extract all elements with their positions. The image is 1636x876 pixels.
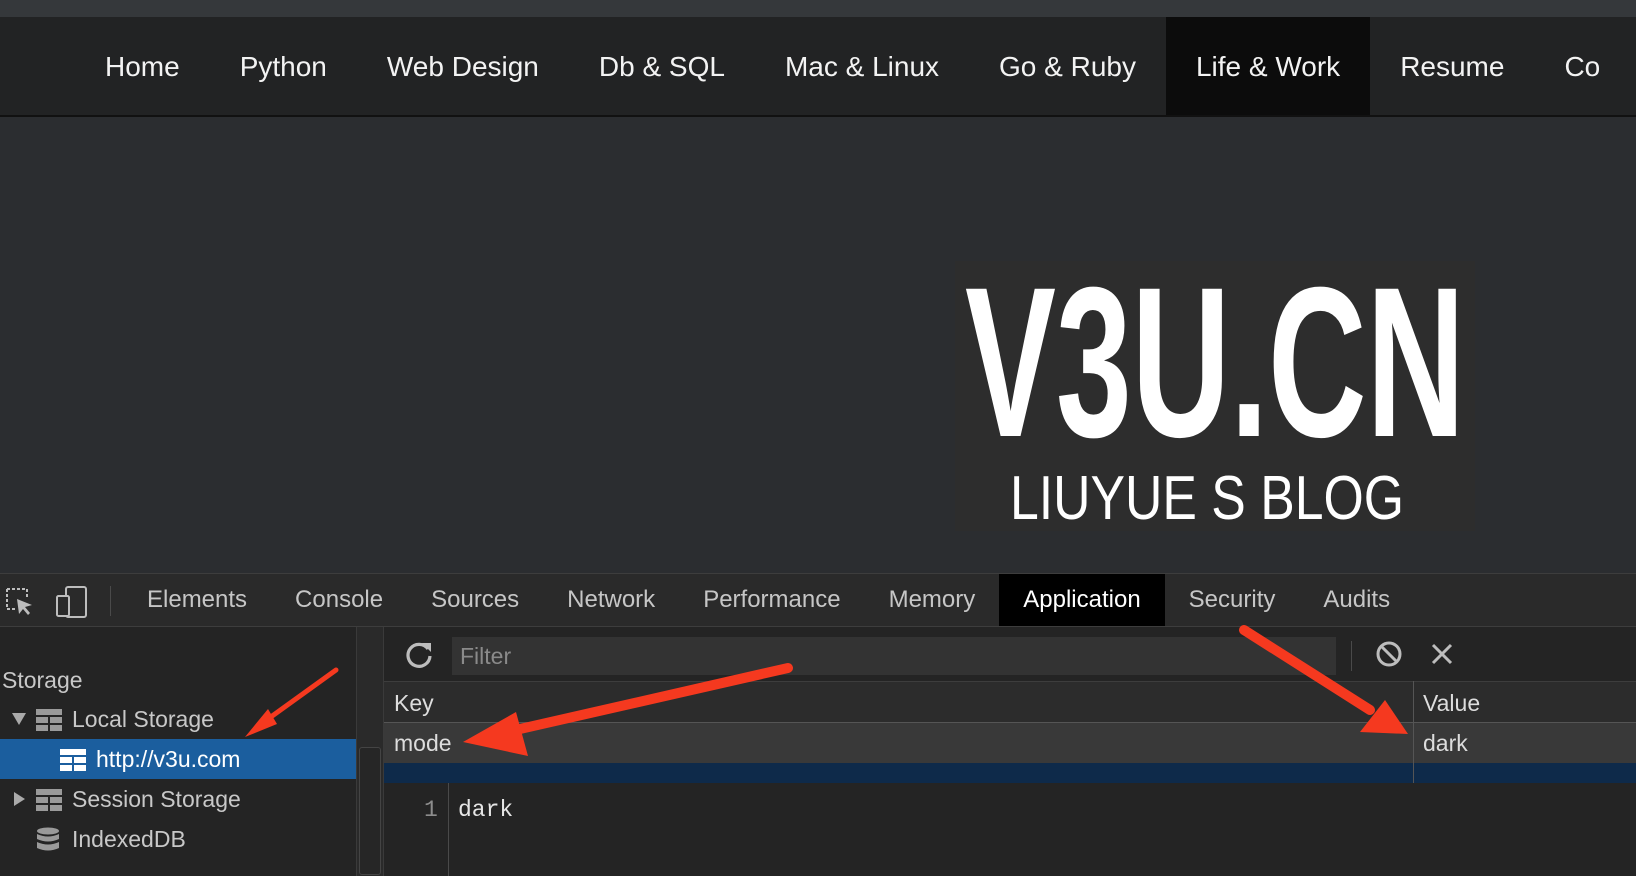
sidebar-item-label: Local Storage [72, 706, 214, 732]
sidebar-item-v3u-origin[interactable]: http://v3u.com [0, 739, 356, 779]
nav-item-home[interactable]: Home [75, 17, 210, 115]
nav-item-python[interactable]: Python [210, 17, 357, 115]
sidebar-item-local-storage[interactable]: Local Storage [0, 699, 356, 739]
devtools-tabbar: Elements Console Sources Network Perform… [0, 573, 1636, 627]
table-header: Key Value [384, 681, 1636, 723]
application-sidebar: Storage Local Storage http://v3u.com Ses… [0, 627, 356, 876]
site-navbar: Home Python Web Design Db & SQL Mac & Li… [0, 17, 1636, 117]
database-icon [37, 827, 59, 851]
toolbar-separator [1351, 641, 1352, 671]
filter-input[interactable] [452, 637, 1336, 675]
gutter-divider [448, 783, 449, 876]
tab-elements[interactable]: Elements [123, 574, 271, 626]
sidebar-item-label: IndexedDB [72, 826, 186, 852]
tab-application[interactable]: Application [999, 574, 1165, 626]
nav-item-resume[interactable]: Resume [1370, 17, 1534, 115]
table-row[interactable]: mode dark [384, 723, 1636, 763]
tab-memory[interactable]: Memory [865, 574, 1000, 626]
storage-section-title: Storage [2, 667, 83, 693]
column-header-value[interactable]: Value [1423, 690, 1480, 717]
delete-selected-icon[interactable] [1428, 640, 1456, 673]
nav-item-web-design[interactable]: Web Design [357, 17, 569, 115]
table-icon [36, 709, 62, 731]
line-number: 1 [424, 797, 438, 823]
nav-item-mac-linux[interactable]: Mac & Linux [755, 17, 969, 115]
storage-toolbar [384, 627, 1636, 681]
sidebar-item-session-storage[interactable]: Session Storage [0, 779, 356, 819]
column-divider[interactable] [1413, 681, 1414, 784]
site-logo: V3U.CN LIUYUE S BLOG [955, 261, 1475, 531]
tab-audits[interactable]: Audits [1299, 574, 1414, 626]
expand-triangle-right-icon[interactable] [14, 792, 25, 806]
clear-all-icon[interactable] [1374, 639, 1404, 674]
sidebar-item-label: http://v3u.com [96, 746, 241, 772]
nav-list: Home Python Web Design Db & SQL Mac & Li… [75, 17, 1630, 115]
cell-value[interactable]: dark [1423, 730, 1468, 757]
preview-text: dark [458, 797, 514, 823]
logo-title: V3U.CN [965, 261, 1465, 482]
hero-banner: V3U.CN LIUYUE S BLOG [0, 117, 1636, 573]
nav-item-contact[interactable]: Co [1534, 17, 1630, 115]
tab-sources[interactable]: Sources [407, 574, 543, 626]
expand-triangle-down-icon[interactable] [12, 713, 26, 725]
refresh-icon[interactable] [404, 639, 434, 674]
table-icon [36, 789, 62, 811]
storage-view: Key Value mode dark 1 dark [384, 627, 1636, 876]
value-preview: 1 dark [384, 783, 1636, 876]
cell-key[interactable]: mode [394, 730, 452, 757]
table-icon [60, 749, 86, 771]
inspect-element-icon[interactable] [4, 586, 34, 621]
nav-item-life-work[interactable]: Life & Work [1165, 17, 1371, 115]
scrollbar-thumb[interactable] [359, 747, 381, 875]
table-empty-selected-row[interactable] [384, 763, 1636, 783]
column-header-key[interactable]: Key [394, 690, 434, 717]
tab-security[interactable]: Security [1165, 574, 1300, 626]
sidebar-item-indexeddb[interactable]: IndexedDB [0, 819, 356, 859]
sidebar-item-label: Session Storage [72, 786, 241, 812]
devtools-panel: Elements Console Sources Network Perform… [0, 573, 1636, 876]
toolbar-separator [110, 586, 111, 616]
sidebar-scrollbar[interactable] [356, 627, 384, 876]
device-toolbar-icon[interactable] [56, 586, 88, 623]
browser-top-strip [0, 0, 1636, 17]
devtools-tabs: Elements Console Sources Network Perform… [123, 574, 1414, 626]
nav-item-db-sql[interactable]: Db & SQL [569, 17, 755, 115]
tab-console[interactable]: Console [271, 574, 407, 626]
logo-subtitle: LIUYUE S BLOG [1010, 464, 1404, 531]
tab-network[interactable]: Network [543, 574, 679, 626]
tab-performance[interactable]: Performance [679, 574, 864, 626]
nav-item-go-ruby[interactable]: Go & Ruby [969, 17, 1166, 115]
